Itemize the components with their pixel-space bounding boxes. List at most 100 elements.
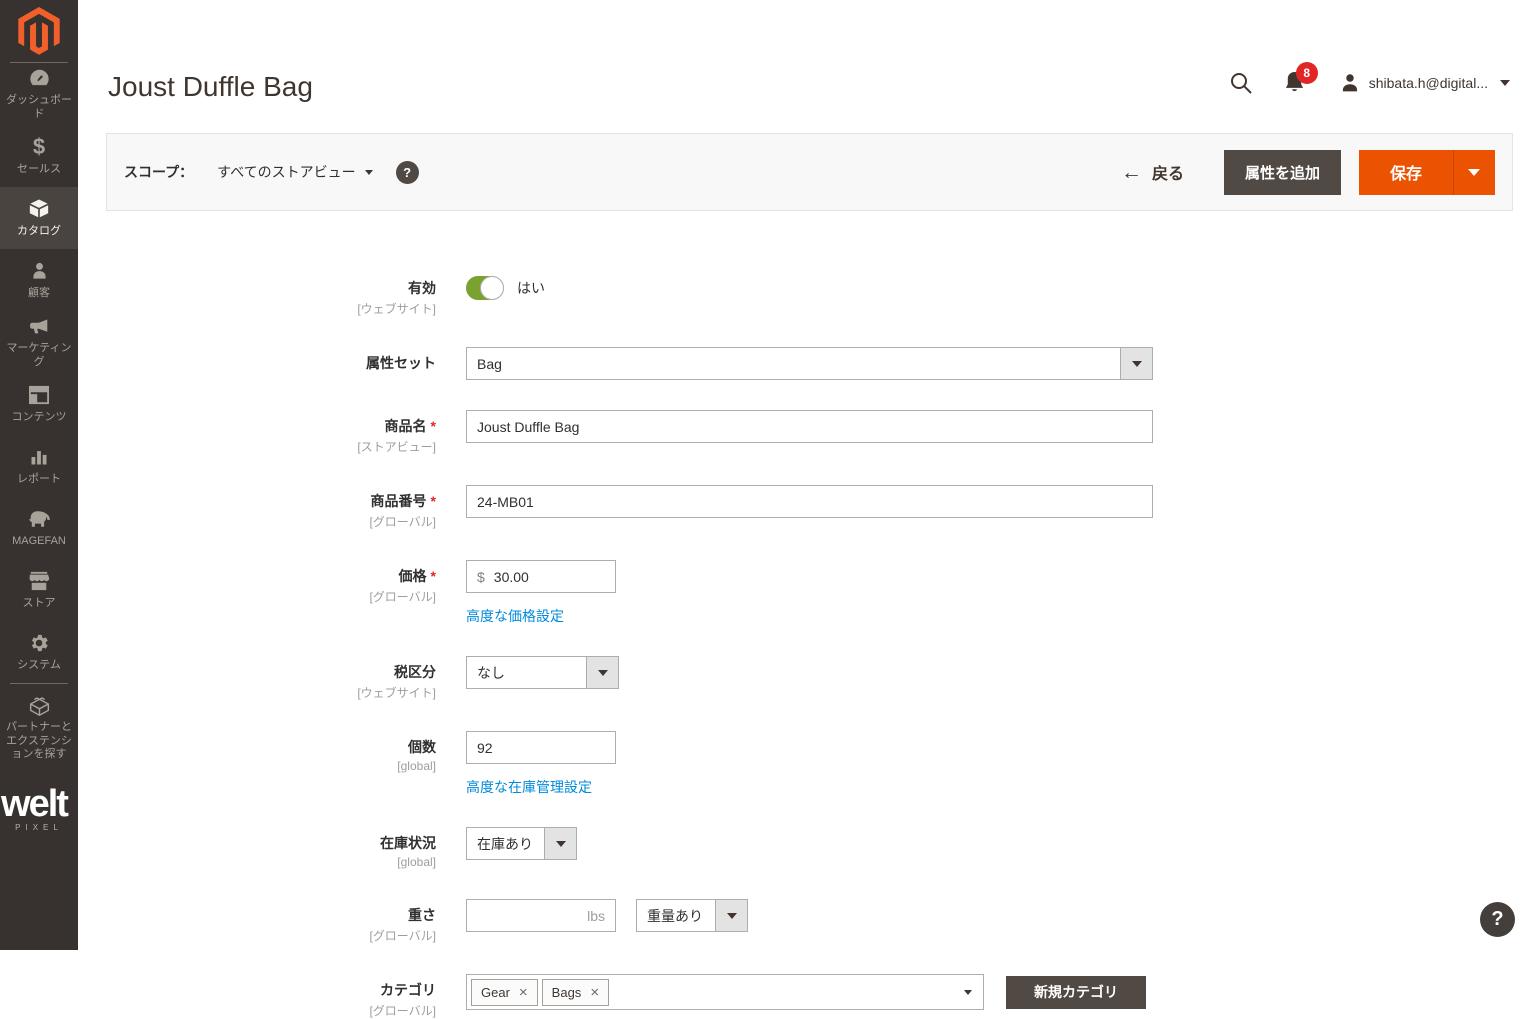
sidebar-item-label: ストア [22, 597, 57, 611]
bar-chart-icon [29, 446, 49, 469]
form-row-tax-class: 税区分 [ウェブサイト] なし [78, 656, 1540, 701]
quantity-input[interactable] [477, 732, 605, 763]
dashboard-gauge-icon [28, 67, 51, 90]
chevron-down-icon [1500, 80, 1510, 86]
sidebar-item-label: コンテンツ [11, 411, 68, 425]
admin-sidebar: ダッシュボード $ セールス カタログ 顧客 マーケ [0, 0, 78, 950]
field-label: 商品名* [ストアビュー] [78, 410, 466, 455]
sidebar-item-label: システム [16, 659, 62, 673]
product-edit-form: 有効 [ウェブサイト] はい 属性セット Bag [78, 276, 1540, 1019]
add-attribute-button[interactable]: 属性を追加 [1224, 150, 1341, 195]
scope-help-icon[interactable]: ? [396, 161, 419, 184]
sidebar-item-label: MAGEFAN [11, 535, 67, 549]
chevron-down-icon [952, 975, 983, 1009]
categories-multiselect[interactable]: Gear × Bags × [466, 974, 984, 1010]
sidebar-item-system[interactable]: システム [0, 621, 78, 683]
sidebar-item-magefan[interactable]: MAGEFAN [0, 497, 78, 559]
field-label: 有効 [ウェブサイト] [78, 276, 466, 317]
dollar-icon: $ [33, 136, 45, 159]
required-mark: * [431, 493, 436, 509]
advanced-inventory-link[interactable]: 高度な在庫管理設定 [466, 777, 592, 797]
back-button[interactable]: ← 戻る [1121, 160, 1184, 184]
sidebar-item-stores[interactable]: ストア [0, 559, 78, 621]
weight-input[interactable] [477, 900, 578, 931]
magento-logo[interactable] [0, 0, 78, 62]
person-icon [30, 260, 49, 283]
field-label: 属性セット [78, 347, 466, 380]
sidebar-item-reports[interactable]: レポート [0, 435, 78, 497]
page-header: Joust Duffle Bag 8 shibata.h@digita [78, 0, 1540, 133]
sidebar-item-content[interactable]: コンテンツ [0, 373, 78, 435]
form-row-quantity: 個数 [global] 高度な在庫管理設定 [78, 731, 1540, 797]
store-view-scope-select[interactable]: すべてのストアビュー [217, 162, 372, 182]
category-chip: Bags × [542, 979, 609, 1006]
enable-toggle[interactable] [466, 276, 504, 300]
user-avatar-icon [1340, 72, 1360, 94]
scope-label: スコープ： [124, 162, 193, 182]
sidebar-item-label: レポート [16, 473, 62, 487]
catalog-box-icon [28, 198, 50, 221]
save-split-button: 保存 [1359, 150, 1495, 195]
field-label: 商品番号* [グローバル] [78, 485, 466, 530]
search-icon[interactable] [1229, 71, 1253, 95]
toggle-state-label: はい [517, 278, 545, 298]
field-label: 重さ [グローバル] [78, 899, 466, 944]
field-label: カテゴリ [グローバル] [78, 974, 466, 1019]
sidebar-item-catalog[interactable]: カタログ [0, 187, 78, 249]
sku-input[interactable] [466, 485, 1153, 518]
field-label: 在庫状況 [global] [78, 827, 466, 869]
magento-logo-icon [18, 7, 60, 55]
action-buttons: ← 戻る 属性を追加 保存 [1121, 150, 1495, 195]
product-name-input[interactable] [466, 410, 1153, 443]
quantity-field [466, 731, 616, 764]
sidebar-item-dashboard[interactable]: ダッシュボード [0, 63, 78, 125]
sidebar-item-marketing[interactable]: マーケティング [0, 311, 78, 373]
gear-icon [28, 632, 50, 655]
user-email: shibata.h@digital... [1369, 75, 1488, 91]
sidebar-item-sales[interactable]: $ セールス [0, 125, 78, 187]
storefront-icon [28, 570, 50, 593]
sidebar-item-customers[interactable]: 顧客 [0, 249, 78, 311]
field-label: 税区分 [ウェブサイト] [78, 656, 466, 701]
remove-chip-icon[interactable]: × [519, 985, 528, 1000]
price-input[interactable] [494, 561, 605, 592]
notification-count-badge: 8 [1296, 62, 1318, 84]
required-mark: * [431, 418, 436, 434]
category-chip: Gear × [471, 979, 538, 1006]
tax-class-select[interactable]: なし [466, 656, 619, 689]
save-button[interactable]: 保存 [1359, 150, 1453, 195]
back-arrow-icon: ← [1121, 162, 1142, 183]
remove-chip-icon[interactable]: × [590, 985, 599, 1000]
weltpixel-logo[interactable]: welt PIXEL [0, 788, 78, 832]
form-row-price: 価格* [グローバル] $ 高度な価格設定 [78, 560, 1540, 626]
notifications-bell-icon[interactable]: 8 [1283, 70, 1306, 95]
page-title: Joust Duffle Bag [108, 71, 313, 103]
chevron-down-icon [365, 170, 373, 175]
new-category-button[interactable]: 新規カテゴリ [1006, 976, 1146, 1009]
toggle-knob [480, 276, 504, 300]
form-row-attribute-set: 属性セット Bag [78, 347, 1540, 380]
chevron-down-icon [715, 900, 747, 931]
currency-prefix: $ [477, 569, 485, 585]
sidebar-item-label: 顧客 [27, 287, 51, 301]
sidebar-item-label: パートナーとエクステンションを探す [1, 721, 77, 762]
chevron-down-icon [1120, 348, 1152, 379]
field-label: 価格* [グローバル] [78, 560, 466, 626]
weight-type-select[interactable]: 重量あり [636, 899, 748, 932]
form-row-sku: 商品番号* [グローバル] [78, 485, 1540, 530]
sidebar-item-partners[interactable]: パートナーとエクステンションを探す [0, 684, 78, 772]
user-account-menu[interactable]: shibata.h@digital... [1340, 72, 1510, 94]
attribute-set-select[interactable]: Bag [466, 347, 1153, 380]
weight-unit: lbs [587, 908, 605, 924]
price-field: $ [466, 560, 616, 593]
stock-status-select[interactable]: 在庫あり [466, 827, 577, 860]
weight-field: lbs [466, 899, 616, 932]
field-label: 個数 [global] [78, 731, 466, 797]
form-row-stock-status: 在庫状況 [global] 在庫あり [78, 827, 1540, 869]
sidebar-item-label: カタログ [16, 225, 62, 239]
save-options-toggle[interactable] [1453, 150, 1495, 195]
advanced-pricing-link[interactable]: 高度な価格設定 [466, 606, 564, 626]
help-button[interactable]: ? [1480, 902, 1515, 937]
form-row-categories: カテゴリ [グローバル] Gear × Bags × [78, 974, 1540, 1019]
chevron-down-icon [586, 657, 618, 688]
